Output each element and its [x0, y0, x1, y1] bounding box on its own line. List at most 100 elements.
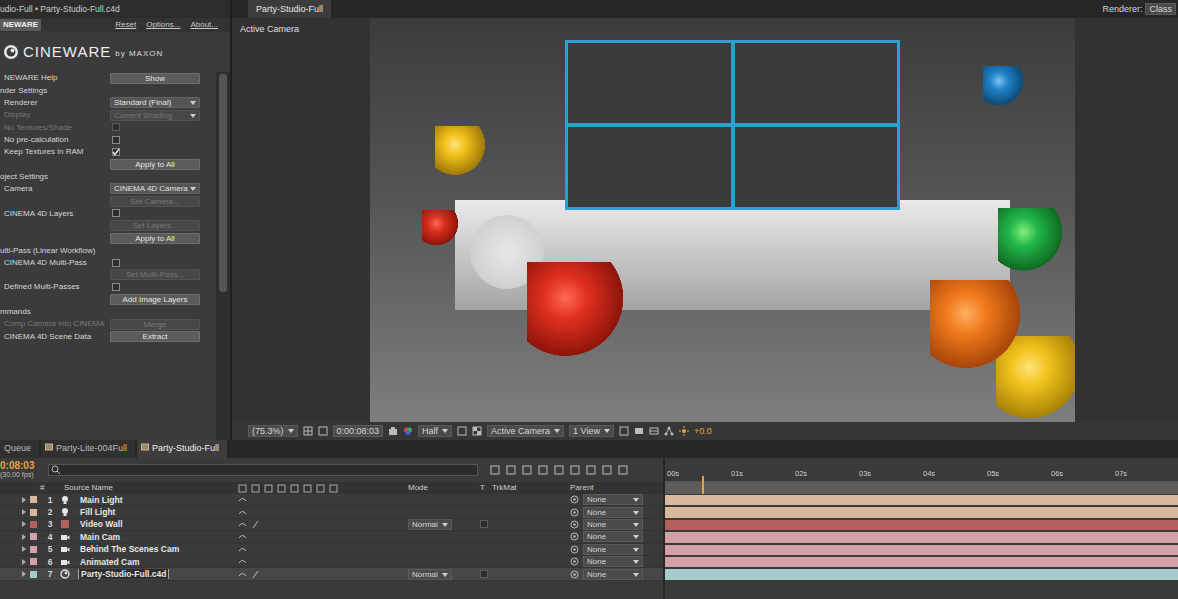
mask-icon[interactable] — [318, 426, 328, 436]
time-display[interactable]: 0:08:03(30.00 fps) — [0, 460, 40, 479]
layer-duration-bar[interactable] — [665, 557, 1178, 567]
parent-dropdown[interactable]: None — [583, 507, 643, 518]
adjustment-icon[interactable] — [316, 484, 325, 493]
expand-toggle[interactable] — [22, 534, 26, 540]
section-header[interactable]: nder Settings — [0, 86, 216, 96]
param-dropdown[interactable]: CINEMA 4D Camera — [110, 183, 200, 194]
effect-link[interactable]: Reset — [115, 20, 136, 30]
layer-name[interactable]: Video Wall — [78, 519, 125, 529]
parent-dropdown[interactable]: None — [583, 544, 643, 555]
expand-toggle[interactable] — [22, 497, 26, 503]
expand-toggle[interactable] — [22, 546, 26, 552]
section-header[interactable]: ulti-Pass (Linear Workflow) — [0, 246, 216, 256]
label-color[interactable] — [30, 533, 37, 540]
layer-duration-bar[interactable] — [665, 495, 1178, 505]
column-header[interactable]: Mode — [408, 483, 480, 493]
exposure-icon[interactable] — [679, 426, 689, 436]
shy-icon[interactable] — [238, 484, 247, 493]
collapse-icon[interactable] — [251, 484, 260, 493]
layer-row[interactable]: 4Main CamNone — [0, 531, 663, 543]
preserve-transparency[interactable] — [480, 520, 488, 528]
expand-toggle[interactable] — [22, 571, 26, 577]
parent-dropdown[interactable]: None — [583, 494, 643, 505]
shy-icon[interactable] — [238, 520, 247, 529]
layer-row[interactable]: 2Fill LightNone — [0, 506, 663, 518]
pixel-aspect-icon[interactable] — [619, 426, 629, 436]
timeline-icon[interactable] — [649, 426, 659, 436]
graph-editor-icon[interactable] — [586, 465, 596, 475]
motion-blur-icon[interactable] — [554, 465, 564, 475]
layer-name[interactable]: Behind The Scenes Cam — [78, 544, 181, 554]
param-checkbox[interactable] — [112, 209, 120, 217]
label-color[interactable] — [30, 521, 37, 528]
resolution-dropdown[interactable]: Half — [418, 425, 452, 437]
comp-mini-flowchart-icon[interactable] — [490, 465, 500, 475]
fast-preview-icon[interactable] — [634, 426, 644, 436]
pickwhip-icon[interactable] — [570, 545, 579, 554]
layer-duration-bar[interactable] — [665, 507, 1178, 517]
shy-icon[interactable] — [238, 570, 247, 579]
grid-icon[interactable] — [303, 426, 313, 436]
quality-icon[interactable] — [251, 570, 260, 579]
label-color[interactable] — [30, 509, 37, 516]
pickwhip-icon[interactable] — [570, 570, 579, 579]
layer-row[interactable]: 3Video WallNormalNone — [0, 519, 663, 531]
column-header[interactable]: Parent — [570, 483, 663, 493]
shy-icon[interactable] — [238, 545, 247, 554]
label-color[interactable] — [30, 546, 37, 553]
playhead[interactable] — [702, 476, 704, 494]
current-time[interactable]: 0:08:03 — [0, 460, 40, 471]
expand-toggle[interactable] — [22, 559, 26, 565]
param-dropdown[interactable]: Standard (Final) — [110, 97, 200, 108]
param-checkbox[interactable] — [112, 148, 120, 156]
scroll-thumb[interactable] — [219, 74, 227, 292]
layer-duration-bar[interactable] — [665, 520, 1178, 530]
quality-icon[interactable] — [251, 520, 260, 529]
pickwhip-icon[interactable] — [570, 557, 579, 566]
layer-name[interactable]: Main Cam — [78, 532, 122, 542]
column-header[interactable]: # — [40, 483, 60, 493]
param-button[interactable]: Apply to All — [110, 159, 200, 170]
parent-dropdown[interactable]: None — [583, 531, 643, 542]
flowchart-icon[interactable] — [664, 426, 674, 436]
work-area-bar[interactable] — [665, 482, 1178, 494]
comp-tab[interactable]: Party-Lite-004Full — [41, 440, 135, 458]
pickwhip-icon[interactable] — [570, 495, 579, 504]
param-checkbox[interactable] — [112, 283, 120, 291]
exposure-value[interactable]: +0.0 — [694, 426, 712, 437]
transparency-icon[interactable] — [472, 426, 482, 436]
preserve-transparency[interactable] — [480, 570, 488, 578]
search-field[interactable] — [63, 465, 477, 475]
viewer-tab[interactable]: Party-Studio-Full — [248, 0, 331, 18]
layout-dropdown[interactable]: 1 View — [569, 425, 614, 437]
label-color[interactable] — [30, 571, 37, 578]
region-icon[interactable] — [457, 426, 467, 436]
layer-name[interactable]: Party-Studio-Full.c4d — [78, 569, 169, 579]
quality-icon[interactable] — [264, 484, 273, 493]
snapshot-icon[interactable] — [388, 426, 398, 436]
label-color[interactable] — [30, 558, 37, 565]
channel-icon[interactable] — [403, 426, 413, 436]
column-header[interactable]: TrkMat — [492, 483, 570, 493]
time-ruler[interactable]: 00s01s02s03s04s05s06s07s — [665, 458, 1178, 482]
comp-tab[interactable]: Queue — [0, 440, 39, 458]
renderer-button[interactable]: Class — [1145, 3, 1176, 16]
effect-link[interactable]: Options... — [146, 20, 180, 30]
scrollbar[interactable] — [216, 72, 230, 440]
layer-row[interactable]: 7Party-Studio-Full.c4dNormalNone — [0, 568, 663, 580]
parent-dropdown[interactable]: None — [583, 569, 643, 580]
shy-icon[interactable] — [522, 465, 532, 475]
effect-name[interactable]: NEWARE — [0, 19, 41, 31]
label-color[interactable] — [30, 496, 37, 503]
column-header[interactable]: Source Name — [60, 483, 238, 493]
shy-icon[interactable] — [238, 557, 247, 566]
layer-name[interactable]: Animated Cam — [78, 557, 142, 567]
keyframe-icon[interactable] — [602, 465, 612, 475]
param-checkbox[interactable] — [112, 259, 120, 267]
param-button[interactable]: Add Image Layers — [110, 294, 200, 305]
mode-dropdown[interactable]: Normal — [408, 569, 452, 580]
3d-icon[interactable] — [329, 484, 338, 493]
zoom-dropdown[interactable]: (75.3%) — [248, 425, 298, 437]
effect-link[interactable]: About... — [190, 20, 218, 30]
param-button[interactable]: Show — [110, 73, 200, 84]
